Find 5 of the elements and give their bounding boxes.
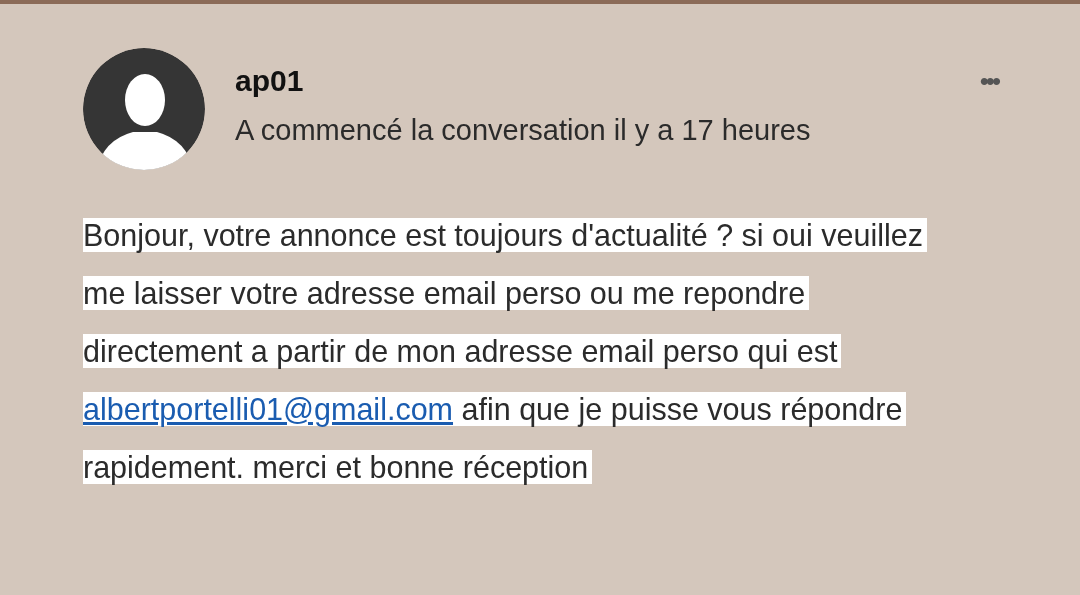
more-options-button[interactable]: ••• bbox=[979, 68, 998, 94]
avatar-icon bbox=[83, 48, 205, 170]
email-link[interactable]: albertportelli01@gmail.com bbox=[83, 392, 453, 426]
conversation-start-text: A commencé la conversation il y a 17 heures bbox=[235, 114, 812, 147]
username: ap01 bbox=[235, 64, 305, 98]
